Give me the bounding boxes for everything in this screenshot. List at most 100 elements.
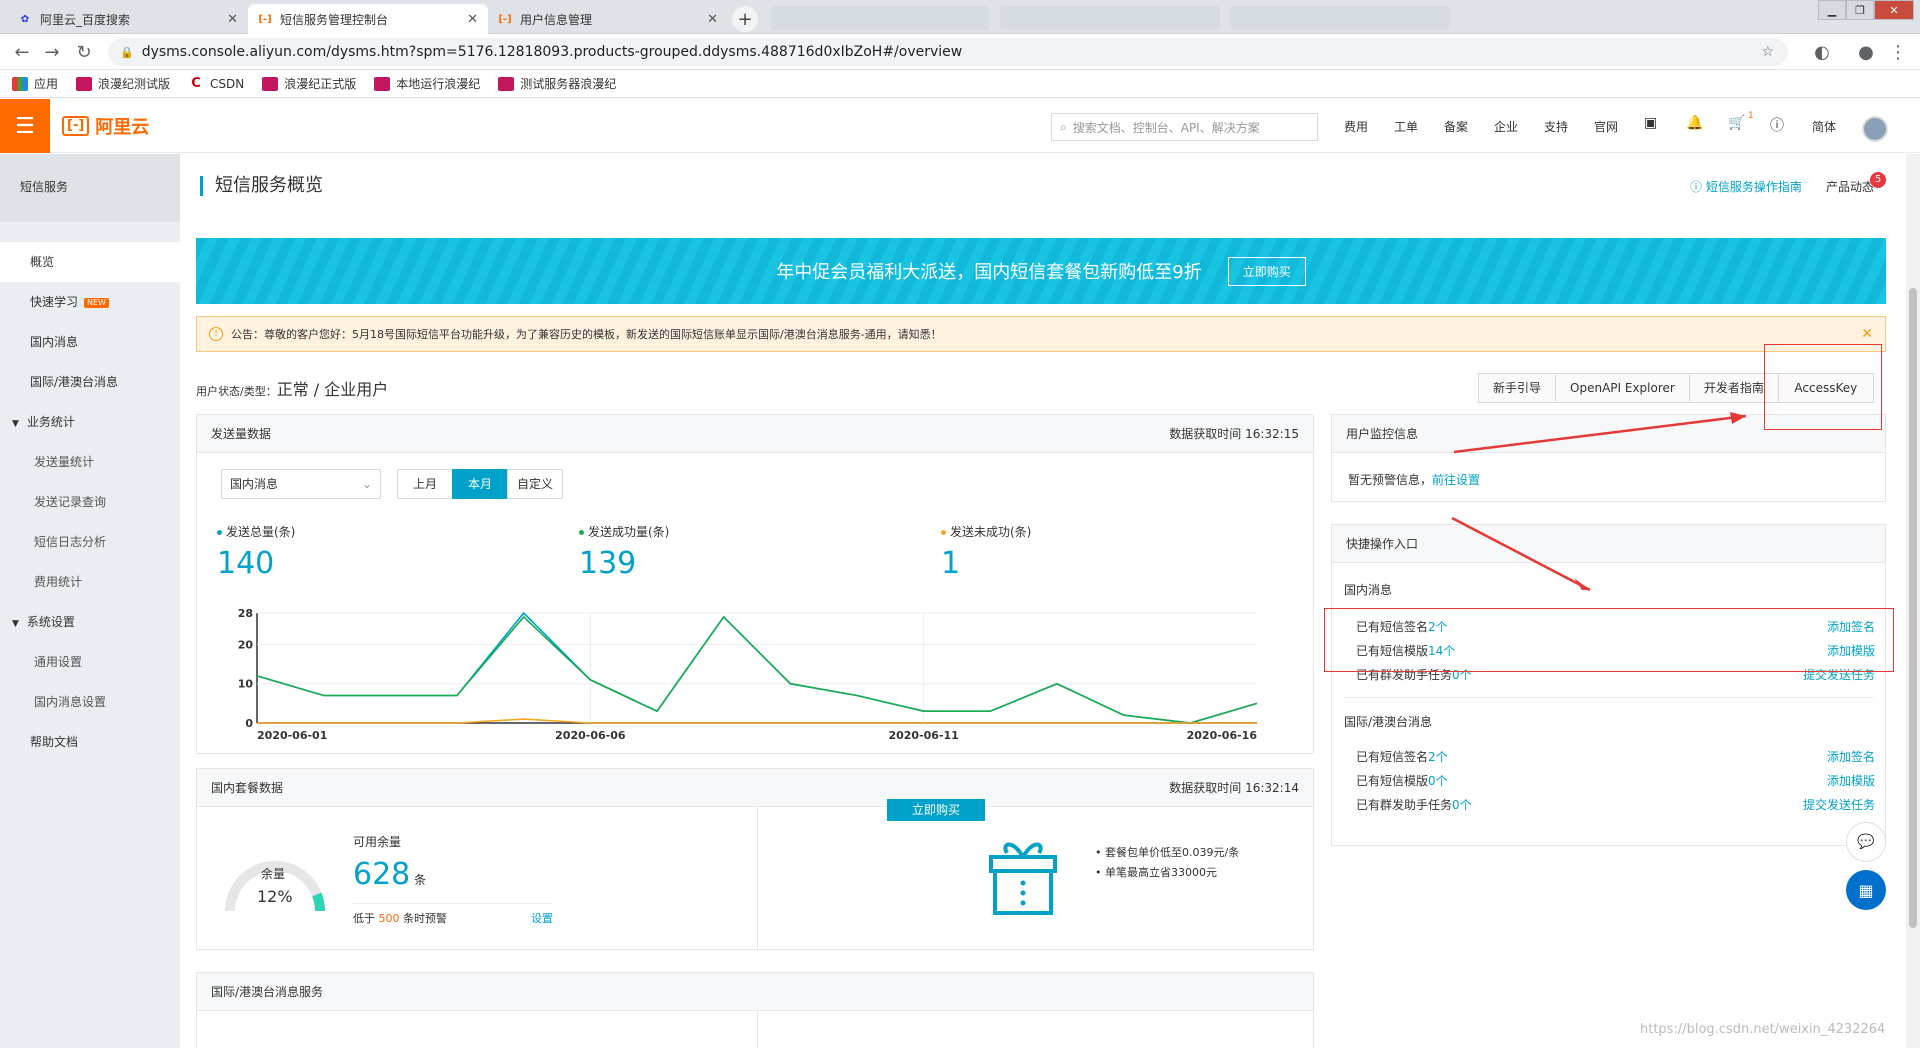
x-tick-label: 2020-06-01: [257, 729, 327, 742]
sidebar-group-stats[interactable]: ▼ 业务统计: [0, 402, 180, 442]
sidebar-item-log-analysis[interactable]: 短信日志分析: [0, 522, 180, 562]
extension-icon[interactable]: ◐: [1810, 42, 1834, 63]
kpi-total: 发送总量(条) 140: [217, 525, 296, 581]
bookmark-apps[interactable]: 应用: [12, 75, 58, 92]
add-template-link[interactable]: 添加模版: [1827, 769, 1875, 793]
star-icon[interactable]: ☆: [1761, 44, 1774, 60]
bookmark-icon: [498, 76, 515, 91]
sidebar-item-send-records[interactable]: 发送记录查询: [0, 482, 180, 522]
nav-enterprise[interactable]: 企业: [1494, 118, 1518, 135]
product-news-badge: 5: [1870, 172, 1886, 188]
divider: [757, 807, 758, 951]
send-volume-chart: 0 10 20 28 2020-06-01 2020-06-06 2020-06-11 202…: [238, 607, 1258, 742]
nav-filing[interactable]: 备案: [1444, 118, 1468, 135]
sidebar-item-domestic-settings[interactable]: 国内消息设置: [0, 682, 180, 722]
segment-custom[interactable]: 自定义: [507, 469, 563, 499]
sidebar-item-quick-learn[interactable]: 快速学习 NEW: [0, 282, 180, 322]
aliyun-logo-icon: [-]: [62, 116, 90, 136]
reload-icon[interactable]: ↻: [72, 42, 96, 63]
forward-icon[interactable]: →: [40, 42, 64, 63]
promo-banner[interactable]: 年中促会员福利大派送，国内短信套餐包新购低至9折 立即购买: [196, 238, 1886, 304]
nav-official-site[interactable]: 官网: [1594, 118, 1618, 135]
help-icon[interactable]: ⓘ: [1770, 115, 1784, 135]
sidebar-item-send-stats[interactable]: 发送量统计: [0, 442, 180, 482]
profile-icon[interactable]: ●: [1854, 42, 1878, 63]
nav-ticket[interactable]: 工单: [1394, 118, 1418, 135]
banner-text: 年中促会员福利大派送，国内短信套餐包新购低至9折: [776, 262, 1202, 283]
new-tab-button[interactable]: +: [732, 6, 758, 32]
bookmark[interactable]: 浪漫纪正式版: [262, 75, 356, 92]
y-tick-label: 20: [238, 638, 254, 651]
notice-bar: ! 公告：尊敬的客户您好：5月18号国际短信平台功能升级，为了兼容历史的模板，新…: [196, 316, 1886, 352]
browser-tab-active[interactable]: [-] 短信服务管理控制台 ✕: [248, 4, 488, 34]
browser-tab[interactable]: ✿ 阿里云_百度搜索 ✕: [8, 4, 248, 34]
bell-icon[interactable]: 🔔: [1686, 115, 1703, 131]
banner-buy-button[interactable]: 立即购买: [1227, 256, 1306, 286]
window-close-icon[interactable]: ✕: [1874, 0, 1914, 20]
scrollbar-thumb[interactable]: [1909, 288, 1917, 928]
nav-fees[interactable]: 费用: [1344, 118, 1368, 135]
close-icon[interactable]: ✕: [1861, 326, 1873, 342]
sidebar-item-international[interactable]: 国际/港澳台消息: [0, 362, 180, 402]
segment-last-month[interactable]: 上月: [397, 469, 453, 499]
sidebar-item-domestic[interactable]: 国内消息: [0, 322, 180, 362]
segment-this-month[interactable]: 本月: [452, 469, 508, 499]
nav-support[interactable]: 支持: [1544, 118, 1568, 135]
series-line: [256, 615, 1258, 724]
sidebar-item-help-docs[interactable]: 帮助文档: [0, 722, 180, 762]
add-signature-link[interactable]: 添加签名: [1827, 745, 1875, 769]
address-bar[interactable]: 🔒 dysms.console.aliyun.com/dysms.htm?spm…: [108, 38, 1788, 66]
sidebar: 短信服务 概览 快速学习 NEW 国内消息 国际/港澳台消息 ▼ 业务统计 发送量统…: [0, 154, 180, 1048]
bookmark[interactable]: 浪漫纪测试版: [76, 75, 170, 92]
minimize-icon[interactable]: ▁: [1818, 0, 1846, 20]
scrollbar[interactable]: [1906, 154, 1920, 1048]
message-type-select[interactable]: 国内消息 ⌄: [221, 469, 381, 499]
product-news-link[interactable]: 产品动态: [1826, 178, 1874, 195]
apps-icon: [12, 76, 28, 91]
panel-title: 国内套餐数据: [211, 781, 284, 795]
sidebar-group-settings[interactable]: ▼ 系统设置: [0, 602, 180, 642]
console-search-input[interactable]: ⌕ 搜索文档、控制台、API、解决方案: [1051, 113, 1318, 141]
console-topbar: ☰ [-] 阿里云 ⌕ 搜索文档、控制台、API、解决方案 费用 工单 备案 企业…: [0, 99, 1920, 153]
submit-task-link[interactable]: 提交发送任务: [1803, 793, 1875, 817]
bookmark[interactable]: C CSDN: [188, 76, 244, 91]
intl-quick-list: 已有短信签名2个 添加签名 已有短信模版0个 添加模版 已有群发助手任务0个 提交发送…: [1332, 745, 1887, 817]
menu-icon[interactable]: ⋮: [1886, 42, 1910, 63]
intl-service-panel: 国际/港澳台消息服务: [196, 972, 1314, 1048]
avatar[interactable]: [1862, 116, 1888, 142]
close-icon[interactable]: ✕: [467, 12, 478, 27]
back-icon[interactable]: ←: [10, 42, 34, 63]
panel-header: 发送量数据 数据获取时间 16:32:15: [197, 415, 1313, 453]
url-text: dysms.console.aliyun.com/dysms.htm?spm=5…: [141, 44, 963, 60]
bookmark[interactable]: 测试服务器浪漫纪: [498, 75, 616, 92]
language-switch[interactable]: 简体: [1812, 118, 1836, 135]
cart-icon[interactable]: 🛒: [1728, 115, 1745, 131]
panel-header: 国内套餐数据 数据获取时间 16:32:14: [197, 769, 1313, 807]
panel-title: 用户监控信息: [1346, 427, 1419, 441]
aliyun-logo[interactable]: [-] 阿里云: [62, 113, 149, 139]
menu-toggle-button[interactable]: ☰: [0, 99, 50, 153]
openapi-explorer-button[interactable]: OpenAPI Explorer: [1556, 374, 1690, 402]
close-icon[interactable]: ✕: [227, 12, 238, 27]
intl-section-title: 国际/港澳台消息: [1344, 715, 1433, 729]
browser-tab[interactable]: [-] 用户信息管理 ✕: [488, 4, 728, 34]
sidebar-item-overview[interactable]: 概览: [0, 242, 180, 282]
sidebar-title: 短信服务: [0, 154, 180, 222]
sidebar-item-general-settings[interactable]: 通用设置: [0, 642, 180, 682]
guide-link[interactable]: ⓘ 短信服务操作指南: [1690, 178, 1802, 195]
search-icon: ⌕: [1060, 119, 1067, 134]
apps-grid-icon[interactable]: ▦: [1846, 870, 1886, 910]
warning-settings-link[interactable]: 设置: [531, 910, 553, 926]
close-icon[interactable]: ✕: [707, 12, 718, 27]
chat-icon[interactable]: 💬: [1846, 822, 1886, 862]
package-buy-button[interactable]: 立即购买: [887, 799, 985, 821]
gauge-fill: [312, 892, 325, 912]
maximize-icon[interactable]: ❐: [1846, 0, 1874, 20]
bookmarks-bar: 应用 浪漫纪测试版 C CSDN 浪漫纪正式版 本地运行浪漫纪 测试服务器浪漫纪: [0, 70, 1920, 98]
beginner-guide-button[interactable]: 新手引导: [1479, 374, 1557, 402]
watermark: https://blog.csdn.net/weixin_4232264: [1640, 1022, 1886, 1037]
bookmark[interactable]: 本地运行浪漫纪: [374, 75, 480, 92]
bookmark-icon: [374, 76, 391, 91]
sidebar-item-fee-stats[interactable]: 费用统计: [0, 562, 180, 602]
terminal-icon[interactable]: ▣: [1644, 115, 1657, 131]
